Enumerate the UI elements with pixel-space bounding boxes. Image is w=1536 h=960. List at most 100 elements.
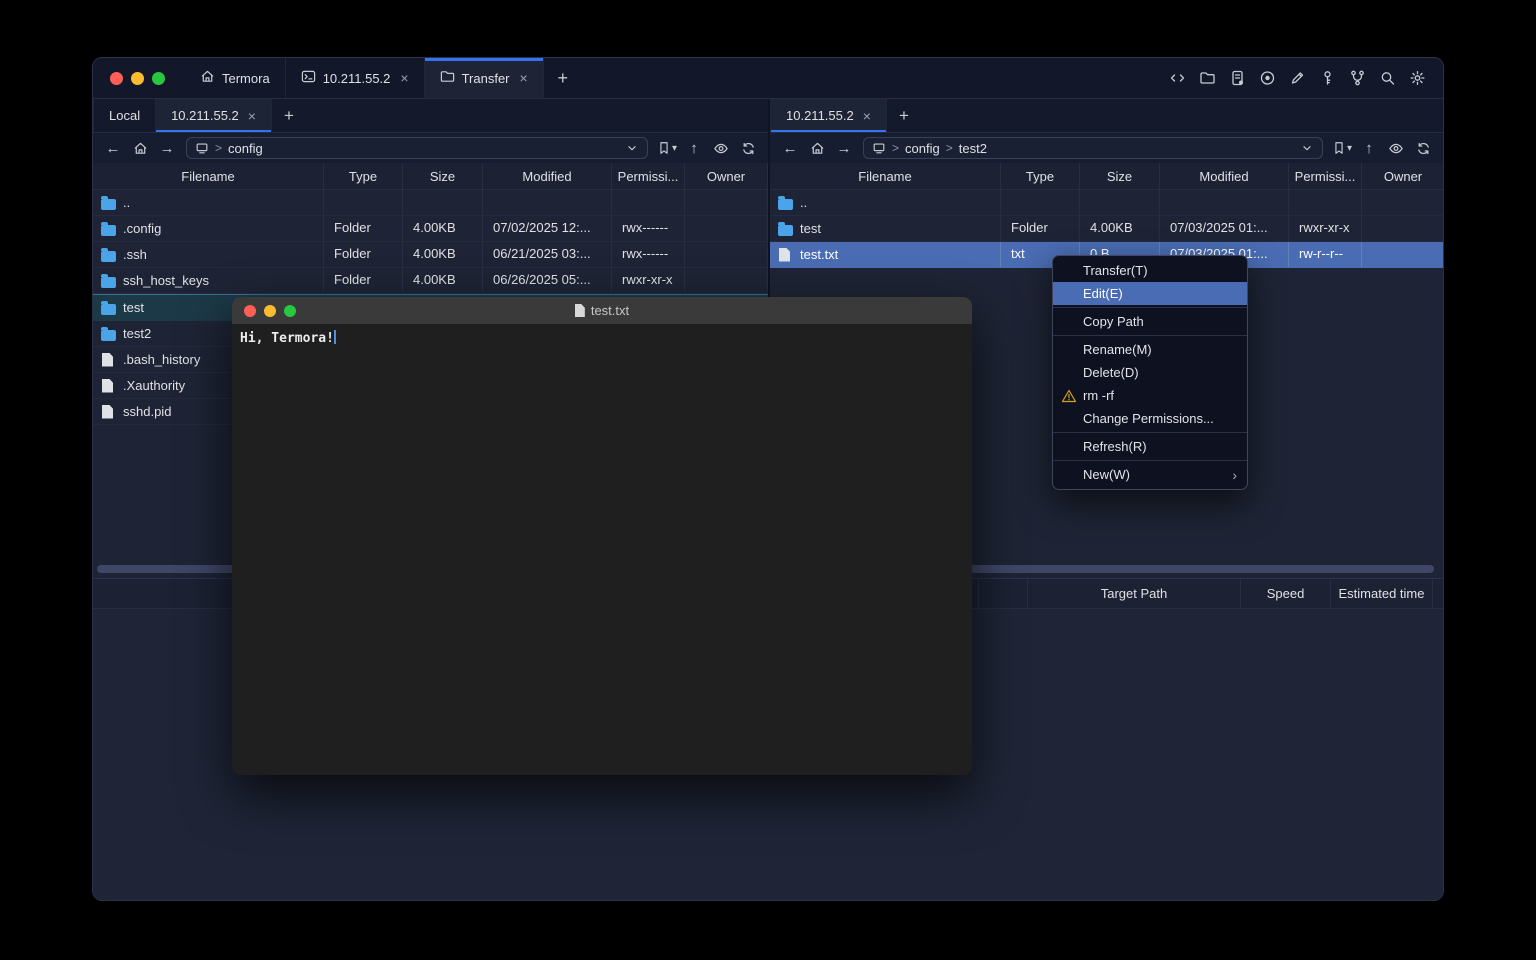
bookmark-dropdown-icon[interactable]: ▾ — [1347, 143, 1352, 154]
editor-content[interactable]: Hi, Termora! — [232, 324, 972, 352]
menu-item[interactable]: Rename(M) — [1053, 338, 1247, 361]
table-row[interactable]: ssh_host_keys Folder 4.00KB 06/26/2025 0… — [93, 268, 768, 294]
menu-item[interactable]: rm -rf — [1053, 384, 1247, 407]
refresh-button[interactable] — [1411, 141, 1435, 156]
menu-item[interactable]: New(W) › — [1053, 463, 1247, 486]
record-icon[interactable] — [1259, 70, 1276, 86]
parent-dir-button[interactable]: ↑ — [682, 140, 706, 157]
maximize-window-button[interactable] — [152, 72, 165, 85]
folder-icon — [440, 69, 455, 87]
edit-icon[interactable] — [1289, 70, 1306, 86]
column-header[interactable]: Modified — [1160, 163, 1289, 189]
file-type — [324, 190, 403, 215]
transfer-column-estimated-time[interactable]: Estimated time — [1330, 579, 1432, 608]
transfer-column-target-path[interactable]: Target Path — [1027, 579, 1240, 608]
transfer-column-speed[interactable]: Speed — [1240, 579, 1330, 608]
column-header[interactable]: Type — [324, 163, 403, 189]
settings-icon[interactable] — [1409, 70, 1426, 86]
path-field[interactable]: > config — [186, 137, 648, 159]
column-header[interactable]: Type — [1001, 163, 1080, 189]
menu-item[interactable] — [1053, 335, 1247, 336]
path-separator: > — [946, 141, 953, 155]
tab-remote-host[interactable]: 10.211.55.2 × — [770, 99, 887, 132]
home-button[interactable] — [128, 141, 152, 156]
table-row[interactable]: .ssh Folder 4.00KB 06/21/2025 03:... rwx… — [93, 242, 768, 268]
parent-dir-button[interactable]: ↑ — [1357, 140, 1381, 157]
column-header[interactable]: Filename — [770, 163, 1001, 189]
menu-item[interactable] — [1053, 460, 1247, 461]
menu-item[interactable]: Delete(D) — [1053, 361, 1247, 384]
close-tab-icon[interactable]: × — [520, 71, 528, 85]
search-icon[interactable] — [1379, 70, 1396, 86]
notes-icon[interactable] — [1229, 70, 1246, 86]
column-header[interactable]: Size — [403, 163, 483, 189]
key-icon[interactable] — [1319, 70, 1336, 86]
close-tab-icon[interactable]: × — [248, 109, 256, 123]
code-icon[interactable] — [1169, 70, 1186, 86]
back-button[interactable]: ← — [778, 140, 802, 157]
editor-title-text: test.txt — [591, 303, 629, 318]
show-hidden-button[interactable] — [709, 141, 733, 156]
menu-item[interactable] — [1053, 307, 1247, 308]
editor-titlebar[interactable]: test.txt — [232, 297, 972, 324]
tab-label: Local — [109, 108, 140, 123]
column-header[interactable]: Size — [1080, 163, 1160, 189]
chevron-down-icon[interactable] — [1300, 141, 1314, 155]
chevron-down-icon[interactable] — [625, 141, 639, 155]
column-header[interactable]: Owner — [685, 163, 768, 189]
new-tab-button[interactable]: + — [544, 58, 582, 98]
table-row[interactable]: .config Folder 4.00KB 07/02/2025 12:... … — [93, 216, 768, 242]
menu-item[interactable]: Copy Path — [1053, 310, 1247, 333]
path-segment[interactable]: config — [905, 141, 940, 156]
folder-icon[interactable] — [1199, 70, 1216, 86]
close-window-button[interactable] — [110, 72, 123, 85]
path-segment[interactable]: config — [228, 141, 263, 156]
menu-item[interactable]: Refresh(R) — [1053, 435, 1247, 458]
tab-label: Termora — [222, 71, 270, 86]
path-field[interactable]: > config > test2 — [863, 137, 1323, 159]
new-pane-tab-button[interactable]: + — [272, 99, 306, 132]
table-row[interactable]: test Folder 4.00KB 07/03/2025 01:... rwx… — [770, 216, 1443, 242]
new-pane-tab-button[interactable]: + — [887, 99, 921, 132]
column-header[interactable]: Modified — [483, 163, 612, 189]
right-table-header: FilenameTypeSizeModifiedPermissi...Owner — [770, 163, 1443, 190]
minimize-window-button[interactable] — [264, 305, 276, 317]
tab-termora[interactable]: Termora — [185, 58, 286, 98]
column-header[interactable]: Permissi... — [1289, 163, 1362, 189]
forward-button[interactable]: → — [155, 140, 179, 157]
bookmark-button[interactable]: ▾ — [655, 141, 679, 155]
menu-item[interactable]: Transfer(T) — [1053, 259, 1247, 282]
show-hidden-button[interactable] — [1384, 141, 1408, 156]
path-segment[interactable]: test2 — [959, 141, 987, 156]
minimize-window-button[interactable] — [131, 72, 144, 85]
tab-remote-host[interactable]: 10.211.55.2 × — [156, 99, 272, 132]
column-header[interactable]: Filename — [93, 163, 324, 189]
table-row[interactable]: .. — [93, 190, 768, 216]
close-tab-icon[interactable]: × — [400, 71, 408, 85]
menu-item[interactable]: Edit(E) — [1053, 282, 1247, 305]
filename: .config — [123, 217, 161, 241]
editor-window[interactable]: test.txt Hi, Termora! — [232, 297, 972, 775]
keychain-icon[interactable] — [1349, 70, 1366, 86]
tab-local[interactable]: Local — [93, 99, 156, 132]
close-tab-icon[interactable]: × — [863, 109, 871, 123]
file-type-icon — [101, 225, 116, 236]
file-owner — [685, 216, 768, 241]
home-button[interactable] — [805, 141, 829, 156]
file-type-icon — [102, 405, 113, 419]
column-header[interactable]: Permissi... — [612, 163, 685, 189]
transfer-column[interactable] — [978, 579, 1027, 608]
close-window-button[interactable] — [244, 305, 256, 317]
bookmark-dropdown-icon[interactable]: ▾ — [672, 143, 677, 154]
menu-item[interactable] — [1053, 432, 1247, 433]
forward-button[interactable]: → — [832, 140, 856, 157]
back-button[interactable]: ← — [101, 140, 125, 157]
table-row[interactable]: .. — [770, 190, 1443, 216]
column-header[interactable]: Owner — [1362, 163, 1444, 189]
maximize-window-button[interactable] — [284, 305, 296, 317]
refresh-button[interactable] — [736, 141, 760, 156]
tab-transfer[interactable]: Transfer × — [425, 58, 544, 98]
bookmark-button[interactable]: ▾ — [1330, 141, 1354, 155]
menu-item[interactable]: Change Permissions... — [1053, 407, 1247, 430]
tab-host[interactable]: 10.211.55.2 × — [286, 58, 425, 98]
